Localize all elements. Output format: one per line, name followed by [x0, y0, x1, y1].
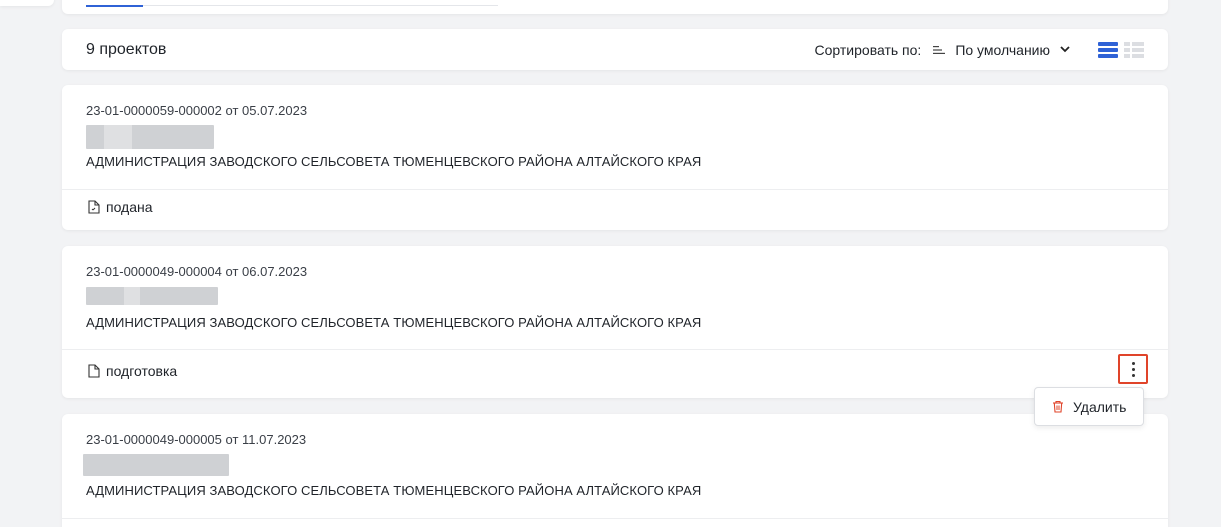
delete-label: Удалить — [1073, 398, 1127, 415]
active-tab-indicator[interactable] — [86, 5, 143, 7]
redacted-title — [83, 454, 229, 476]
project-organization: АДМИНИСТРАЦИЯ ЗАВОДСКОГО СЕЛЬСОВЕТА ТЮМЕ… — [86, 315, 702, 330]
kebab-dot — [1131, 367, 1135, 371]
project-card[interactable]: 23-01-0000049-000004 от 06.07.2023 АДМИН… — [62, 246, 1168, 398]
project-organization: АДМИНИСТРАЦИЯ ЗАВОДСКОГО СЕЛЬСОВЕТА ТЮМЕ… — [86, 483, 702, 498]
project-organization: АДМИНИСТРАЦИЯ ЗАВОДСКОГО СЕЛЬСОВЕТА ТЮМЕ… — [86, 154, 702, 169]
card-divider — [62, 189, 1168, 190]
project-number: 23-01-0000059-000002 от 05.07.2023 — [86, 103, 308, 118]
list-header: 9 проектов Сортировать по: По умолчанию — [62, 29, 1168, 70]
redacted-title — [86, 287, 218, 305]
card-divider — [62, 349, 1168, 350]
project-status: подготовка — [88, 363, 177, 379]
project-number: 23-01-0000049-000005 от 11.07.2023 — [86, 432, 307, 447]
project-count: 9 проектов — [86, 40, 167, 58]
sort-lines-icon — [933, 45, 946, 54]
tabs-underline — [86, 5, 498, 6]
sort-control: Сортировать по: По умолчанию — [815, 42, 1070, 58]
chevron-down-icon — [1060, 46, 1070, 53]
side-panel-edge — [0, 0, 54, 6]
kebab-dot — [1131, 361, 1135, 365]
status-label: подана — [106, 199, 153, 215]
file-check-icon — [88, 200, 100, 214]
sort-dropdown[interactable]: По умолчанию — [933, 42, 1070, 58]
grid-view-icon[interactable] — [1124, 41, 1144, 58]
project-status: подана — [88, 199, 153, 215]
sort-value: По умолчанию — [955, 41, 1050, 58]
project-card[interactable]: 23-01-0000049-000005 от 11.07.2023 АДМИН… — [62, 414, 1168, 527]
redacted-title — [86, 125, 214, 149]
filter-panel — [62, 0, 1168, 14]
list-view-icon[interactable] — [1098, 41, 1118, 58]
status-label: подготовка — [106, 363, 178, 379]
context-menu-delete[interactable]: Удалить — [1034, 387, 1144, 426]
view-toggle — [1098, 41, 1144, 58]
kebab-dot — [1131, 373, 1135, 377]
trash-icon — [1053, 400, 1063, 413]
more-actions-button[interactable] — [1118, 354, 1148, 384]
sort-label: Сортировать по: — [814, 41, 922, 58]
file-icon — [88, 364, 100, 378]
card-divider — [62, 518, 1168, 519]
project-card[interactable]: 23-01-0000059-000002 от 05.07.2023 АДМИН… — [62, 85, 1168, 230]
project-number: 23-01-0000049-000004 от 06.07.2023 — [86, 264, 308, 279]
